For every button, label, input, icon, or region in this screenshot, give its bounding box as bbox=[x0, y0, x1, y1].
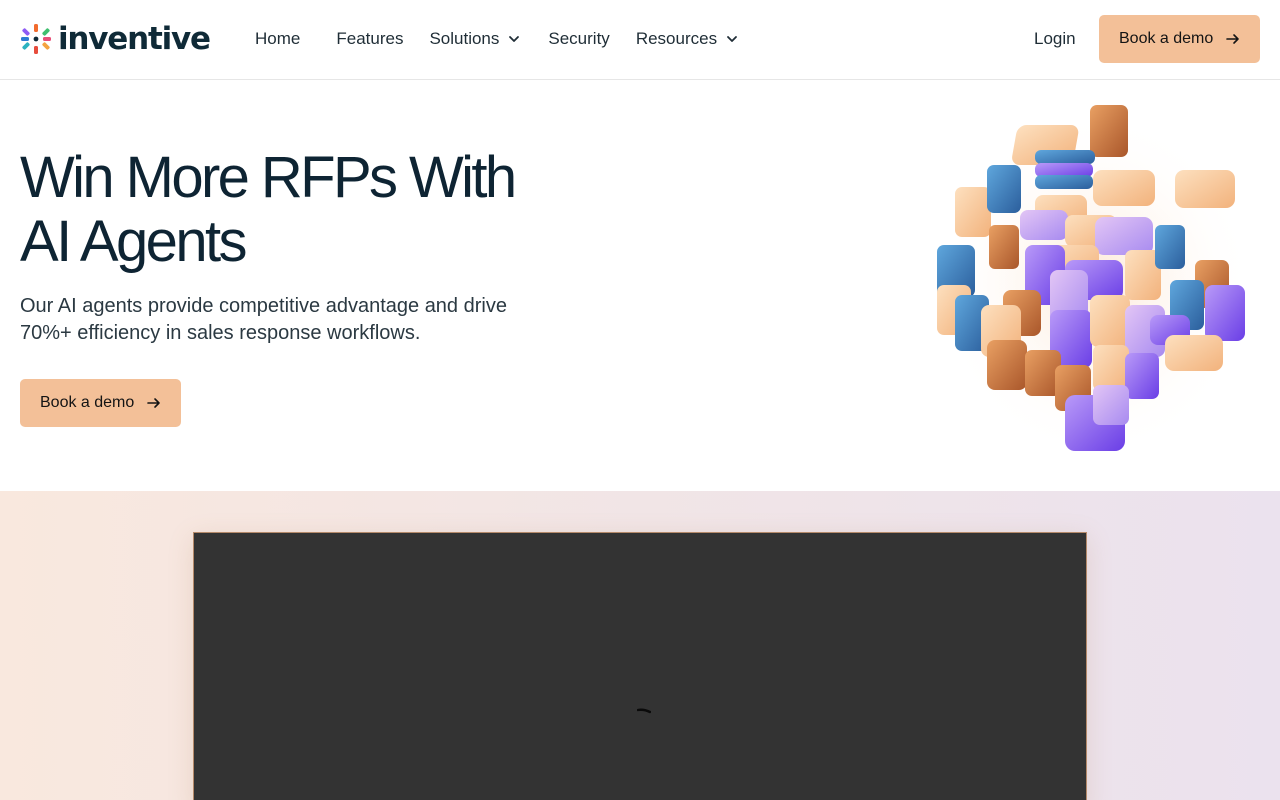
nav-resources-label: Resources bbox=[635, 29, 718, 48]
chevron-down-icon bbox=[509, 36, 520, 42]
main-nav: Home Features Solutions Security Resourc… bbox=[243, 24, 750, 54]
book-demo-label: Book a demo bbox=[40, 394, 135, 411]
nav-resources[interactable]: Resources bbox=[624, 24, 750, 54]
hero-title: Win More RFPs With AI Agents bbox=[20, 146, 580, 274]
book-demo-label: Book a demo bbox=[1119, 30, 1214, 47]
nav-features-label: Features bbox=[336, 29, 404, 48]
nav-solutions-label: Solutions bbox=[429, 29, 500, 48]
hero-cube-illustration bbox=[935, 105, 1255, 460]
nav-home-label: Home bbox=[255, 29, 301, 48]
nav-security-label: Security bbox=[548, 29, 610, 48]
arrow-right-icon bbox=[147, 398, 161, 408]
brand-name: inventive bbox=[58, 21, 211, 57]
loading-spinner-icon bbox=[637, 708, 651, 714]
nav-solutions[interactable]: Solutions bbox=[417, 24, 532, 54]
top-navbar: inventive Home Features Solutions Securi… bbox=[0, 0, 1280, 80]
hero-subtitle: Our AI agents provide competitive advant… bbox=[20, 293, 560, 347]
book-demo-button-header[interactable]: Book a demo bbox=[1099, 15, 1260, 63]
chevron-down-icon bbox=[727, 36, 737, 42]
video-player[interactable] bbox=[193, 532, 1087, 800]
arrow-right-icon bbox=[1226, 34, 1240, 44]
logo-burst-icon bbox=[21, 24, 51, 54]
nav-security[interactable]: Security bbox=[536, 24, 621, 54]
hero-subtitle-line-2: 70%+ efficiency in sales response workfl… bbox=[20, 322, 421, 344]
nav-features[interactable]: Features bbox=[324, 24, 415, 54]
book-demo-button-hero[interactable]: Book a demo bbox=[20, 379, 181, 427]
nav-home[interactable]: Home bbox=[243, 24, 312, 54]
hero-title-line-1: Win More RFPs With bbox=[20, 145, 517, 210]
video-section bbox=[0, 491, 1280, 800]
brand-logo[interactable]: inventive bbox=[20, 20, 211, 58]
hero-subtitle-line-1: Our AI agents provide competitive advant… bbox=[20, 295, 507, 317]
hero-title-line-2: AI Agents bbox=[20, 209, 247, 274]
login-link[interactable]: Login bbox=[1021, 24, 1089, 54]
